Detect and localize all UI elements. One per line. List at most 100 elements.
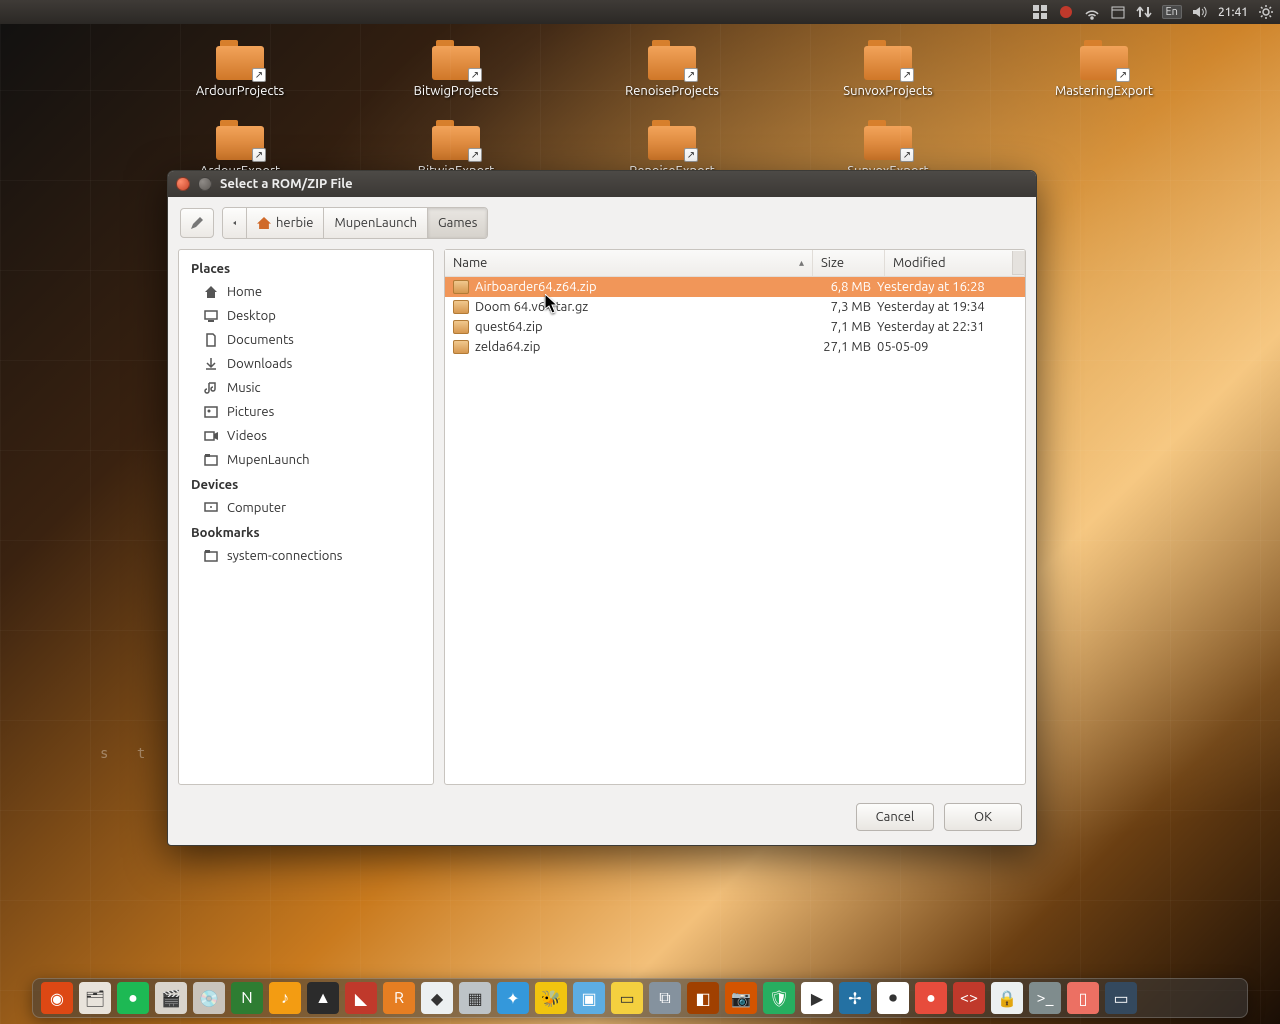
breadcrumb-segment[interactable]: Games [428, 208, 487, 238]
breadcrumb-segment[interactable]: herbie [247, 208, 324, 238]
dock-item-burner[interactable]: 💿 [193, 982, 225, 1014]
file-row[interactable]: quest64.zip 7,1 MBYesterday at 22:31 [445, 317, 1025, 337]
toolbar: herbieMupenLaunchGames [168, 197, 1036, 249]
folder-icon: ↗ [1080, 40, 1128, 80]
desktop-folder[interactable]: ↗ MasteringExport [1044, 40, 1164, 98]
calendar-icon[interactable] [1110, 4, 1126, 20]
archive-icon [453, 340, 469, 354]
breadcrumb-segment[interactable]: MupenLaunch [324, 208, 428, 238]
desktop-folder-label: SunvoxProjects [843, 84, 932, 98]
dock-item-video-editor[interactable]: 🎬 [155, 982, 187, 1014]
desktop-folder[interactable]: ↗ArdourProjects [180, 40, 300, 98]
shortcut-arrow-icon: ↗ [684, 68, 698, 82]
cancel-button[interactable]: Cancel [856, 803, 934, 831]
sidebar-item[interactable]: MupenLaunch [183, 448, 429, 472]
places-sidebar[interactable]: Places HomeDesktopDocumentsDownloadsMusi… [178, 249, 434, 785]
sidebar-item[interactable]: Videos [183, 424, 429, 448]
dock-item-screenshot[interactable]: 📷 [725, 982, 757, 1014]
sidebar-item[interactable]: Desktop [183, 304, 429, 328]
dock-item-app-dark[interactable]: ▲ [307, 982, 339, 1014]
dock-item-record[interactable]: ⏺ [877, 982, 909, 1014]
file-modified: Yesterday at 16:28 [877, 280, 1017, 294]
dock-item-monitor[interactable]: ▭ [1105, 982, 1137, 1014]
edit-path-button[interactable] [180, 208, 214, 238]
archive-icon [453, 320, 469, 334]
sidebar-item-label: Pictures [227, 405, 274, 419]
dock-item-disc[interactable]: ● [915, 982, 947, 1014]
minimize-icon[interactable] [198, 177, 212, 191]
folder-icon: ↗ [432, 120, 480, 160]
file-modified: Yesterday at 22:31 [877, 320, 1017, 334]
dock-item-box[interactable]: ▣ [573, 982, 605, 1014]
dock-item-files[interactable]: 🗂 [79, 982, 111, 1014]
file-row[interactable]: zelda64.zip27,1 MB05-05-09 [445, 337, 1025, 357]
desktop-folder[interactable]: ↗RenoiseProjects [612, 40, 732, 98]
file-size: 7,1 MB [805, 320, 877, 334]
sidebar-item[interactable]: Home [183, 280, 429, 304]
column-header-size[interactable]: Size [813, 250, 885, 276]
workspace-icon[interactable] [1032, 4, 1048, 20]
close-icon[interactable] [176, 177, 190, 191]
desktop-folder[interactable]: ↗ BitwigProjects [396, 40, 516, 98]
dock: ◉🗂●🎬💿N♪▲◣R◆▦✦🐝▣▭⧉◧📷🛡▶✢⏺●<>🔒>_▯▭ [32, 978, 1248, 1018]
titlebar[interactable]: Select a ROM/ZIP File [168, 171, 1036, 197]
shortcut-arrow-icon: ↗ [684, 148, 698, 162]
record-indicator-icon[interactable] [1058, 4, 1074, 20]
dock-item-calc[interactable]: ▦ [459, 982, 491, 1014]
file-row[interactable]: Doom 64.v64.tar.gz7,3 MBYesterday at 19:… [445, 297, 1025, 317]
dock-item-youtube[interactable]: ▶ [801, 982, 833, 1014]
file-name: quest64.zip [475, 320, 543, 334]
dock-item-music-player[interactable]: ♪ [269, 982, 301, 1014]
sidebar-item-label: MupenLaunch [227, 453, 310, 467]
desktop-folder-label: BitwigProjects [414, 84, 499, 98]
gear-icon[interactable] [1258, 4, 1274, 20]
sidebar-item[interactable]: Documents [183, 328, 429, 352]
dock-item-notes[interactable]: ▭ [611, 982, 643, 1014]
column-headers: Name ▴ Size Modified [445, 250, 1025, 277]
dock-item-ardour[interactable]: ◆ [421, 982, 453, 1014]
sidebar-item-label: Downloads [227, 357, 292, 371]
dock-item-vm[interactable]: ⧉ [649, 982, 681, 1014]
dock-item-vpn[interactable]: 🔒 [991, 982, 1023, 1014]
keyboard-layout-indicator[interactable]: En [1162, 5, 1182, 19]
wifi-icon[interactable] [1084, 4, 1100, 20]
ok-button[interactable]: OK [944, 803, 1022, 831]
dialog-footer: Cancel OK [168, 793, 1036, 845]
sidebar-item[interactable]: system-connections [183, 544, 429, 568]
nav-back-button[interactable] [223, 208, 247, 238]
column-header-name[interactable]: Name ▴ [445, 250, 813, 276]
dock-item-mupen64[interactable]: N [231, 982, 263, 1014]
dock-item-mixer[interactable]: ◣ [345, 982, 377, 1014]
dock-item-code[interactable]: <> [953, 982, 985, 1014]
bookmarks-header: Bookmarks [183, 520, 429, 544]
sidebar-item[interactable]: Pictures [183, 400, 429, 424]
dock-item-image-editor[interactable]: ◧ [687, 982, 719, 1014]
sidebar-item[interactable]: Music [183, 376, 429, 400]
column-header-modified[interactable]: Modified [885, 250, 1025, 276]
sidebar-item[interactable]: Downloads [183, 352, 429, 376]
network-icon[interactable] [1136, 4, 1152, 20]
dock-item-spotify[interactable]: ● [117, 982, 149, 1014]
dock-item-av[interactable]: 🛡 [763, 982, 795, 1014]
sidebar-item[interactable]: Computer [183, 496, 429, 520]
dock-item-renoise[interactable]: R [383, 982, 415, 1014]
desktop-icon [203, 308, 219, 324]
desktop-folder[interactable]: ↗SunvoxProjects [828, 40, 948, 98]
file-row[interactable]: Airboarder64.z64.zip6,8 MBYesterday at 1… [445, 277, 1025, 297]
dock-item-shutter[interactable]: ✢ [839, 982, 871, 1014]
shortcut-arrow-icon: ↗ [900, 148, 914, 162]
volume-icon[interactable] [1192, 4, 1208, 20]
dock-item-ubuntu[interactable]: ◉ [41, 982, 73, 1014]
scrollbar[interactable] [1012, 251, 1024, 275]
dock-item-bee[interactable]: 🐝 [535, 982, 567, 1014]
desktop-folder-label: MasteringExport [1055, 84, 1153, 98]
sidebar-item-label: Music [227, 381, 261, 395]
folder-icon: ↗ [432, 40, 480, 80]
dock-item-monitor-pink[interactable]: ▯ [1067, 982, 1099, 1014]
dock-item-terminal[interactable]: >_ [1029, 982, 1061, 1014]
sidebar-item-label: Documents [227, 333, 294, 347]
dock-item-kde-app[interactable]: ✦ [497, 982, 529, 1014]
folder-icon: ↗ [648, 40, 696, 80]
computer-icon [203, 500, 219, 516]
clock[interactable]: 21:41 [1218, 6, 1248, 19]
